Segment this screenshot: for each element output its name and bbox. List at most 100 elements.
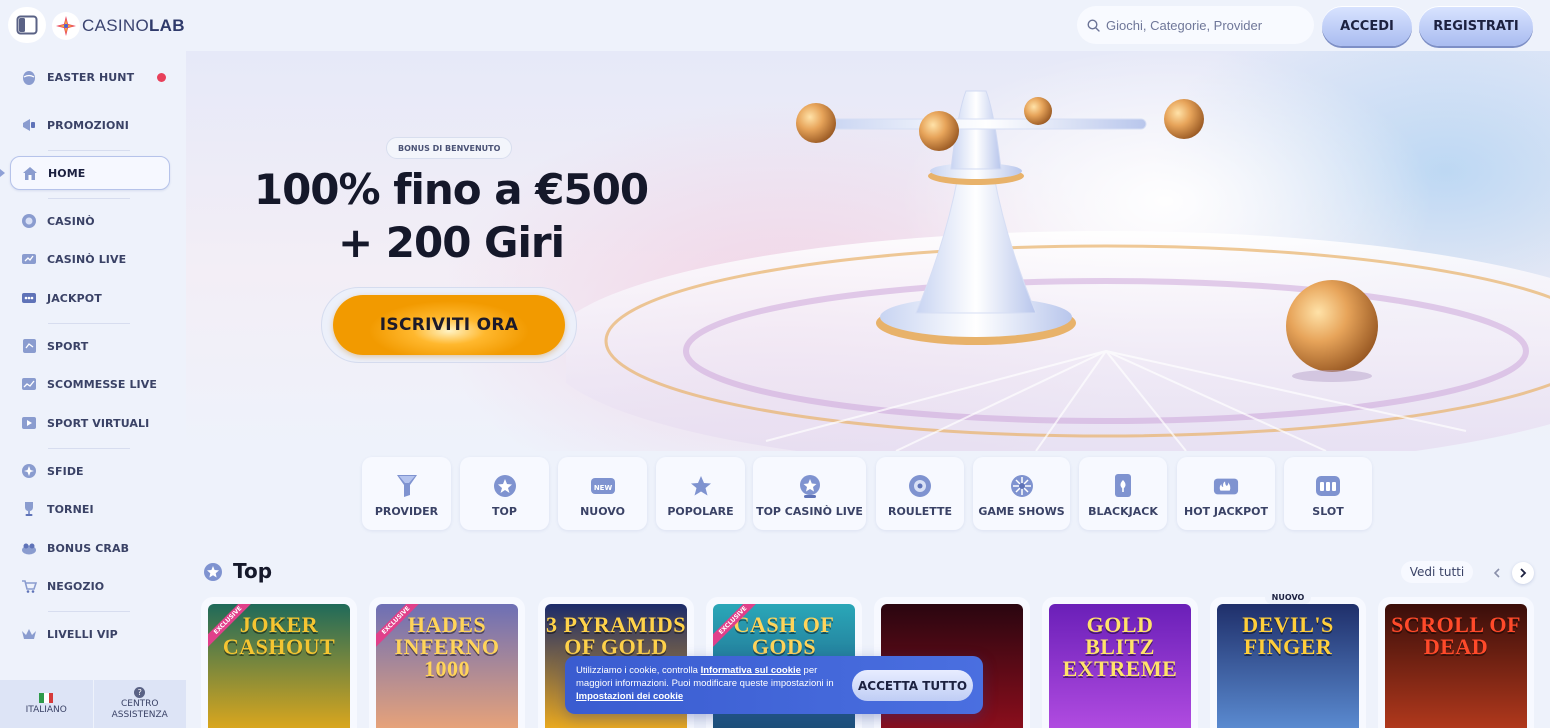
sidebar-item-easter-hunt[interactable]: EASTER HUNT <box>10 60 170 94</box>
category-label: NUOVO <box>580 505 625 518</box>
sidebar-footer: ITALIANO ? CENTRO ASSISTENZA <box>0 680 186 728</box>
signup-now-button[interactable]: ISCRIVITI ORA <box>333 295 565 355</box>
category-label: BLACKJACK <box>1088 505 1158 518</box>
sidebar: EASTER HUNT PROMOZIONI HOME CASINÒ CASIN… <box>0 51 186 728</box>
sidebar-item-jackpot[interactable]: JACKPOT <box>10 281 170 315</box>
top-header: CASINOLAB ACCEDI REGISTRATI <box>0 0 1550 51</box>
virtual-sport-icon <box>20 414 38 432</box>
provider-icon <box>394 473 420 499</box>
see-all-button[interactable]: Vedi tutti <box>1401 561 1473 583</box>
sidebar-item-home[interactable]: HOME <box>10 156 170 190</box>
chevron-left-icon <box>1493 568 1500 578</box>
sidebar-item-casino-live[interactable]: CASINÒ LIVE <box>10 242 170 276</box>
sidebar-toggle-button[interactable] <box>8 7 46 43</box>
game-thumbnail: SCROLL OF DEAD <box>1385 604 1527 728</box>
game-card[interactable]: SCROLL OF DEAD <box>1378 597 1534 728</box>
hero-title: 100% fino a €500 + 200 Giri <box>226 163 676 269</box>
cookie-banner: Utilizziamo i cookie, controlla Informat… <box>565 656 983 714</box>
category-provider[interactable]: PROVIDER <box>362 457 451 530</box>
sidebar-item-promozioni[interactable]: PROMOZIONI <box>10 108 170 142</box>
hero-title-line2: + 200 Giri <box>337 218 565 267</box>
live-star-icon <box>797 473 823 499</box>
cookie-settings-link[interactable]: Impostazioni dei cookie <box>576 691 683 702</box>
sidebar-item-label: LIVELLI VIP <box>47 627 118 641</box>
home-icon <box>21 164 39 182</box>
cookie-policy-link[interactable]: Informativa sul cookie <box>701 665 801 676</box>
category-top[interactable]: TOP <box>460 457 549 530</box>
game-thumbnail: GOLD BLITZ EXTREME <box>1049 604 1191 728</box>
cookie-message: Utilizziamo i cookie, controlla Informat… <box>576 664 846 703</box>
sidebar-item-label: CASINÒ <box>47 214 95 228</box>
game-thumbnail: DEVIL'S FINGER <box>1217 604 1359 728</box>
sidebar-item-label: TORNEI <box>47 502 94 516</box>
italian-flag-icon <box>39 692 54 703</box>
category-label: TOP CASINÒ LIVE <box>756 505 863 518</box>
card-icon <box>1110 473 1136 499</box>
category-popolare[interactable]: POPOLARE <box>656 457 745 530</box>
section-title: Top <box>233 559 273 583</box>
category-roulette[interactable]: ROULETTE <box>876 457 964 530</box>
help-label-line2: ASSISTENZA <box>111 710 168 720</box>
game-card[interactable]: JOKER CASHOUT EXCLUSIVE <box>201 597 357 728</box>
carousel-prev-button[interactable] <box>1486 562 1508 584</box>
accept-all-button[interactable]: ACCETTA TUTTO <box>852 670 973 701</box>
help-label-line1: CENTRO <box>120 699 159 709</box>
game-card[interactable]: DEVIL'S FINGER <box>1210 597 1366 728</box>
sidebar-item-negozio[interactable]: NEGOZIO <box>10 569 170 603</box>
sidebar-item-bonus-crab[interactable]: BONUS CRAB <box>10 531 170 565</box>
hero-banner[interactable]: BONUS DI BENVENUTO 100% fino a €500 + 20… <box>186 51 1550 451</box>
star-badge-icon <box>492 473 518 499</box>
divider <box>48 150 130 151</box>
top-star-icon <box>204 563 222 581</box>
claw-icon <box>20 539 38 557</box>
category-slot[interactable]: SLOT <box>1284 457 1372 530</box>
sidebar-item-sport-virtuali[interactable]: SPORT VIRTUALI <box>10 406 170 440</box>
category-top-casino-live[interactable]: TOP CASINÒ LIVE <box>753 457 866 530</box>
login-button[interactable]: ACCEDI <box>1322 6 1412 46</box>
sidebar-item-label: SCOMMESSE LIVE <box>47 377 157 391</box>
category-game-shows[interactable]: GAME SHOWS <box>973 457 1070 530</box>
search-bar[interactable] <box>1077 6 1314 44</box>
game-card[interactable]: GOLD BLITZ EXTREME <box>1042 597 1198 728</box>
hero-title-line1: 100% fino a €500 <box>253 165 649 214</box>
megaphone-icon <box>20 116 38 134</box>
register-button[interactable]: REGISTRATI <box>1419 6 1533 46</box>
active-indicator <box>0 169 5 177</box>
help-center-button[interactable]: ? CENTRO ASSISTENZA <box>92 680 186 728</box>
notification-dot <box>157 73 166 82</box>
sidebar-item-sport[interactable]: SPORT <box>10 329 170 363</box>
search-icon <box>1087 18 1100 32</box>
sidebar-item-casino[interactable]: CASINÒ <box>10 204 170 238</box>
carousel-next-button[interactable] <box>1512 562 1534 584</box>
roulette-wheel-illustration <box>566 90 1550 451</box>
sidebar-item-sfide[interactable]: SFIDE <box>10 454 170 488</box>
casinolab-logo[interactable]: CASINOLAB <box>52 12 185 40</box>
search-input[interactable] <box>1106 17 1306 33</box>
help-icon: ? <box>134 687 146 698</box>
language-selector[interactable]: ITALIANO <box>0 680 93 728</box>
game-title: 3 PYRAMIDS OF GOLD <box>545 612 687 659</box>
crown-icon <box>20 625 38 643</box>
category-blackjack[interactable]: BLACKJACK <box>1079 457 1167 530</box>
divider <box>48 323 130 324</box>
divider <box>48 448 130 449</box>
sidebar-item-livelli-vip[interactable]: LIVELLI VIP <box>10 617 170 651</box>
category-nuovo[interactable]: NEW NUOVO <box>558 457 647 530</box>
sidebar-item-label: CASINÒ LIVE <box>47 252 127 266</box>
category-label: POPOLARE <box>667 505 734 518</box>
logo-text: CASINOLAB <box>82 16 185 35</box>
sidebar-item-scommesse-live[interactable]: SCOMMESSE LIVE <box>10 367 170 401</box>
sidebar-item-label: NEGOZIO <box>47 579 105 593</box>
cart-icon <box>20 577 38 595</box>
sidebar-item-label: EASTER HUNT <box>47 70 135 84</box>
jackpot-icon <box>20 289 38 307</box>
sidebar-item-label: BONUS CRAB <box>47 541 130 555</box>
category-label: HOT JACKPOT <box>1183 505 1268 518</box>
svg-text:NEW: NEW <box>593 484 612 492</box>
trophy-icon <box>20 500 38 518</box>
chip-icon <box>20 212 38 230</box>
sidebar-item-tornei[interactable]: TORNEI <box>10 492 170 526</box>
wheel-icon <box>1009 473 1035 499</box>
game-card[interactable]: HADES INFERNO 1000 EXCLUSIVE <box>369 597 525 728</box>
category-hot-jackpot[interactable]: HOT JACKPOT <box>1177 457 1275 530</box>
